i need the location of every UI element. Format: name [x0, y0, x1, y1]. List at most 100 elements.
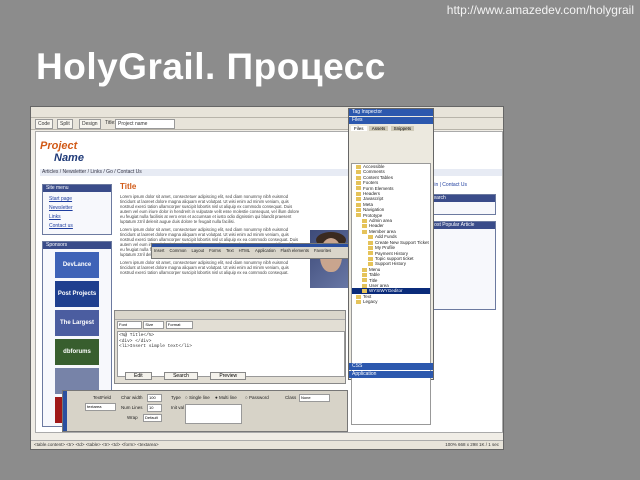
insert-tab[interactable]: Favorites	[314, 248, 331, 253]
radio-single-line[interactable]: ○ Single line	[185, 395, 210, 400]
folder-icon	[368, 262, 373, 267]
sponsor-banner[interactable]: DevLance	[55, 252, 99, 278]
tree-item-label: Content Tables	[363, 174, 393, 180]
insert-tab[interactable]: Insert	[154, 248, 164, 253]
class-select[interactable]: None	[299, 394, 330, 402]
wrap-select[interactable]: Default	[143, 414, 162, 422]
properties-panel: TextField textarea Char width 100 Num Li…	[62, 390, 348, 432]
split-button[interactable]: Split	[57, 119, 73, 129]
files-panel: Tag Inspector Files Files Assets Snippet…	[348, 108, 434, 425]
folder-icon	[356, 170, 361, 175]
insert-tab[interactable]: HTML	[239, 248, 250, 253]
tab-snippets[interactable]: Snippets	[390, 126, 415, 131]
content-title: Title	[120, 182, 137, 191]
folder-icon	[356, 191, 361, 196]
tree-item-label: Add Funds	[375, 234, 397, 240]
insert-tab[interactable]: Flash elements	[281, 248, 309, 253]
main-content: Title Lorem ipsum dolor sit amet, consec…	[120, 182, 354, 288]
insert-toolbar[interactable]: Insert Common Layout Forms Text HTML Applicati…	[151, 243, 371, 259]
tree-item-label: Table	[369, 272, 380, 278]
site-menu-title: Site menu	[43, 185, 111, 192]
menu-link-newsletter[interactable]: Newsletter	[43, 204, 111, 213]
tree-item-label: Meta	[363, 201, 374, 207]
title-input[interactable]: Project name	[115, 119, 175, 129]
tree-item-label: Text	[363, 293, 372, 299]
code-button[interactable]: Code	[35, 119, 53, 129]
logo-line2: Name	[54, 152, 84, 164]
textfield-name-input[interactable]: textarea	[85, 403, 116, 411]
folder-icon	[356, 299, 361, 304]
tab-files[interactable]: Files	[351, 126, 367, 131]
class-label: Class	[285, 395, 297, 400]
css-header[interactable]: CSS	[349, 363, 433, 370]
menu-link-links[interactable]: Links	[43, 213, 111, 222]
folder-icon	[368, 245, 373, 250]
tree-item-label: Legacy	[363, 299, 378, 305]
insert-tab[interactable]: Text	[226, 248, 234, 253]
logo-line1: Project	[40, 140, 78, 152]
panel-bottom: CSS Application	[349, 363, 433, 379]
char-width-input[interactable]: 100	[147, 394, 162, 402]
textfield-label: TextField	[93, 395, 112, 400]
status-info: 100% 668 x 298 1K / 1 sec	[445, 442, 499, 447]
tree-item-label: Prototype	[363, 212, 383, 218]
design-button[interactable]: Design	[79, 119, 101, 129]
search-button[interactable]: Search	[164, 372, 198, 380]
insert-tab[interactable]: Application	[255, 248, 276, 253]
right-column: Login | Contact Us Search Most Popular A…	[426, 182, 496, 316]
tree-item-label: Payment History	[375, 250, 409, 256]
sponsor-banner[interactable]: Post Projects	[55, 281, 99, 307]
tree-item-label: Admin area	[369, 218, 393, 224]
edit-button[interactable]: Edit	[125, 372, 152, 380]
folder-icon	[362, 289, 367, 294]
sponsor-banner[interactable]: dbforums	[55, 339, 99, 365]
insert-tab[interactable]: Forms	[209, 248, 221, 253]
font-select[interactable]: Font	[117, 321, 142, 329]
insert-tab[interactable]: Common	[169, 248, 186, 253]
tag-inspector-header[interactable]: Tag Inspector	[349, 109, 433, 116]
files-header[interactable]: Files	[349, 117, 433, 124]
popular-title: Most Popular Article	[427, 222, 495, 229]
insert-toolbar-titlebar	[152, 244, 370, 247]
panel-tabs: Files Assets Snippets	[349, 125, 433, 132]
left-column: Site menu Start page Newsletter Links Co…	[42, 184, 112, 427]
tree-item-label: Headers	[363, 191, 381, 197]
tree-item[interactable]: Legacy	[352, 299, 430, 304]
wrap-label: Wrap	[127, 415, 138, 420]
properties-titlebar	[63, 391, 67, 431]
editor-format-row: Font Size Format	[117, 321, 193, 329]
folder-icon	[362, 272, 367, 277]
format-select[interactable]: Format	[165, 321, 193, 329]
editor-toolbar	[115, 311, 345, 320]
tree-item-label: Title	[369, 277, 378, 283]
editor-buttons: Edit Search Preview	[125, 364, 254, 382]
folder-icon	[356, 202, 361, 207]
application-header[interactable]: Application	[349, 371, 433, 378]
tree-item-label: Navigation	[363, 207, 385, 213]
folder-icon	[368, 240, 373, 245]
menu-link-contact[interactable]: Contact us	[43, 222, 111, 231]
folder-icon	[362, 278, 367, 283]
insert-tabs: Insert Common Layout Forms Text HTML Applicati…	[154, 248, 336, 253]
preview-button[interactable]: Preview	[210, 372, 247, 380]
radio-multi-line[interactable]: ● Multi line	[215, 395, 237, 400]
menu-link-start[interactable]: Start page	[43, 195, 111, 204]
popular-box: Most Popular Article	[426, 221, 496, 310]
init-val-textarea[interactable]	[185, 404, 242, 424]
folder-icon	[368, 256, 373, 261]
size-select[interactable]: Size	[143, 321, 165, 329]
right-nav[interactable]: Login | Contact Us	[426, 182, 496, 188]
insert-tab[interactable]: Layout	[191, 248, 204, 253]
folder-icon	[362, 229, 367, 234]
tab-assets[interactable]: Assets	[368, 126, 389, 131]
tree-item-label: Create New Support Ticket	[375, 239, 429, 245]
sponsor-banner[interactable]: The Largest	[55, 310, 99, 336]
tag-selector[interactable]: <table.content> <tr> <td> <table> <tr> <…	[34, 442, 159, 447]
num-lines-label: Num Lines	[121, 405, 143, 410]
code-line: <li>Insert simple text</li>	[119, 344, 192, 349]
radio-password[interactable]: ○ Password	[245, 395, 269, 400]
folder-icon	[356, 186, 361, 191]
site-menu-box: Site menu Start page Newsletter Links Co…	[42, 184, 112, 235]
folder-icon	[356, 213, 361, 218]
num-lines-input[interactable]: 10	[147, 404, 162, 412]
